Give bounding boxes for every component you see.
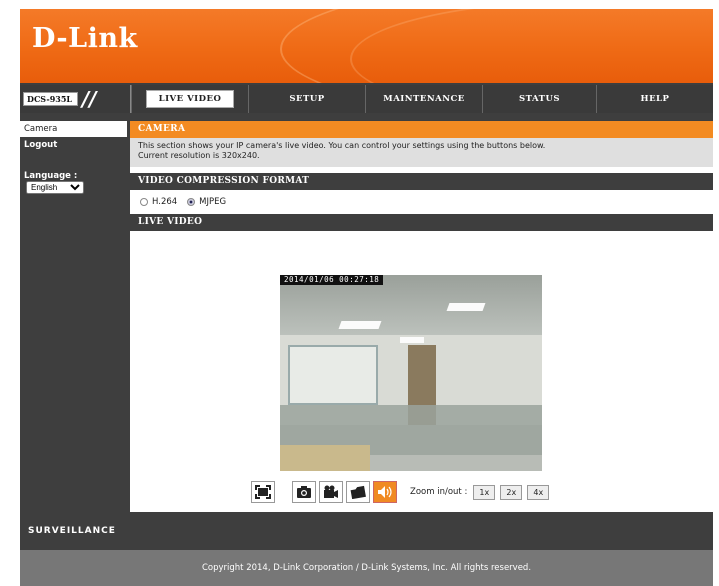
live-video-feed[interactable]: 2014/01/06 00:27:18 <box>280 275 542 471</box>
snapshot-button[interactable] <box>292 481 316 503</box>
zoom-4x-button[interactable]: 4x <box>527 484 550 500</box>
folder-icon <box>350 485 366 499</box>
zoom-label: Zoom in/out : <box>410 487 468 497</box>
surveillance-bar: SURVEILLANCE <box>20 514 713 550</box>
fullscreen-button[interactable] <box>251 481 275 503</box>
video-camera-icon <box>324 485 338 498</box>
tab-help[interactable]: HELP <box>596 85 713 113</box>
tab-live-video[interactable]: LIVE VIDEO <box>131 85 248 113</box>
video-controls: Zoom in/out : 1x 2x 4x <box>251 481 554 503</box>
top-nav: DCS-935L // LIVE VIDEO SETUP MAINTENANCE… <box>20 85 713 113</box>
tab-maintenance[interactable]: MAINTENANCE <box>365 85 482 113</box>
camera-icon <box>297 486 311 498</box>
radio-mjpeg-dot[interactable] <box>187 198 196 206</box>
surveillance-brand: SURVEILLANCE <box>28 526 116 536</box>
audio-button[interactable] <box>373 481 397 503</box>
tab-status[interactable]: STATUS <box>482 85 596 113</box>
live-video-section-title: LIVE VIDEO <box>130 214 713 231</box>
main-content: CAMERA This section shows your IP camera… <box>130 121 713 512</box>
language-label: Language : <box>24 171 78 181</box>
folder-button[interactable] <box>346 481 370 503</box>
dlink-logo: D-Link <box>32 23 138 54</box>
format-radio-group: H.264 MJPEG <box>130 190 713 214</box>
video-timestamp: 2014/01/06 00:27:18 <box>280 275 384 285</box>
sidebar-item-camera[interactable]: Camera <box>20 121 127 137</box>
zoom-2x-button[interactable]: 2x <box>500 484 523 500</box>
header-banner: D-Link <box>20 9 713 83</box>
speaker-icon <box>378 486 392 498</box>
page-frame: D-Link DCS-935L // LIVE VIDEO SETUP MAIN… <box>20 9 713 586</box>
camera-desc-line2: Current resolution is 320x240. <box>138 151 260 160</box>
camera-desc-line1: This section shows your IP camera's live… <box>138 141 546 150</box>
copyright-footer: Copyright 2014, D-Link Corporation / D-L… <box>20 550 713 586</box>
zoom-1x-button[interactable]: 1x <box>473 484 496 500</box>
sidebar-item-logout[interactable]: Logout <box>20 137 127 153</box>
record-button[interactable] <box>319 481 343 503</box>
sidebar: Camera Logout Language : English <box>20 121 127 512</box>
model-badge: DCS-935L // <box>20 85 131 113</box>
slash-decoration: // <box>82 87 97 111</box>
fullscreen-icon <box>255 485 271 499</box>
radio-h264[interactable]: H.264 <box>140 197 177 207</box>
tab-setup[interactable]: SETUP <box>248 85 365 113</box>
radio-mjpeg[interactable]: MJPEG <box>187 197 226 207</box>
camera-description: This section shows your IP camera's live… <box>130 138 713 167</box>
model-label: DCS-935L <box>23 92 78 106</box>
compression-section-title: VIDEO COMPRESSION FORMAT <box>130 173 713 190</box>
language-select[interactable]: English <box>26 181 84 194</box>
camera-section-title: CAMERA <box>130 121 713 138</box>
radio-h264-dot[interactable] <box>140 198 148 206</box>
